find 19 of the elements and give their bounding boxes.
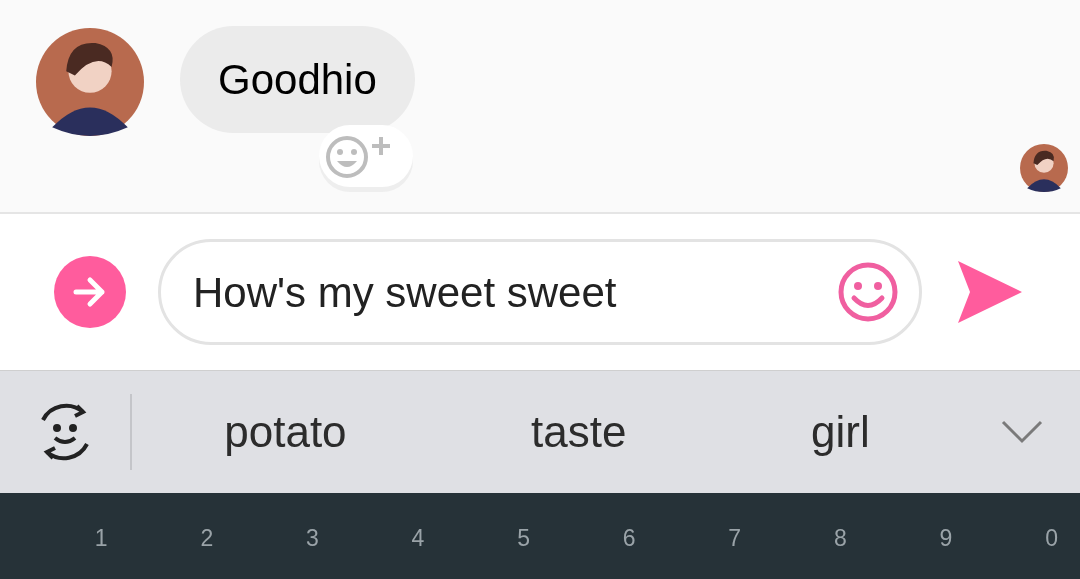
key-hint: 3 xyxy=(306,527,319,553)
suggestion-chip[interactable]: girl xyxy=(803,399,878,465)
send-icon xyxy=(956,259,1024,325)
key-hint: 6 xyxy=(622,527,636,553)
chevron-down-icon xyxy=(1001,420,1043,444)
message-bubble: Goodhio xyxy=(180,26,415,133)
key-hint: 8 xyxy=(833,527,847,553)
suggestion-chip[interactable]: taste xyxy=(523,399,635,465)
key-hint: 1 xyxy=(94,527,108,553)
read-receipt-avatar xyxy=(1020,144,1068,192)
key-hint: 4 xyxy=(411,527,425,553)
key-hint: 5 xyxy=(517,527,530,553)
message-input-field[interactable]: How's my sweet sweet xyxy=(158,239,922,345)
key-hint: 0 xyxy=(1045,527,1058,553)
emoji-icon xyxy=(837,261,899,323)
key-hint: 9 xyxy=(939,527,953,553)
key-hint: 7 xyxy=(728,527,742,553)
key-hint: 2 xyxy=(200,527,214,553)
suggestion-chip[interactable]: potato xyxy=(216,399,355,465)
